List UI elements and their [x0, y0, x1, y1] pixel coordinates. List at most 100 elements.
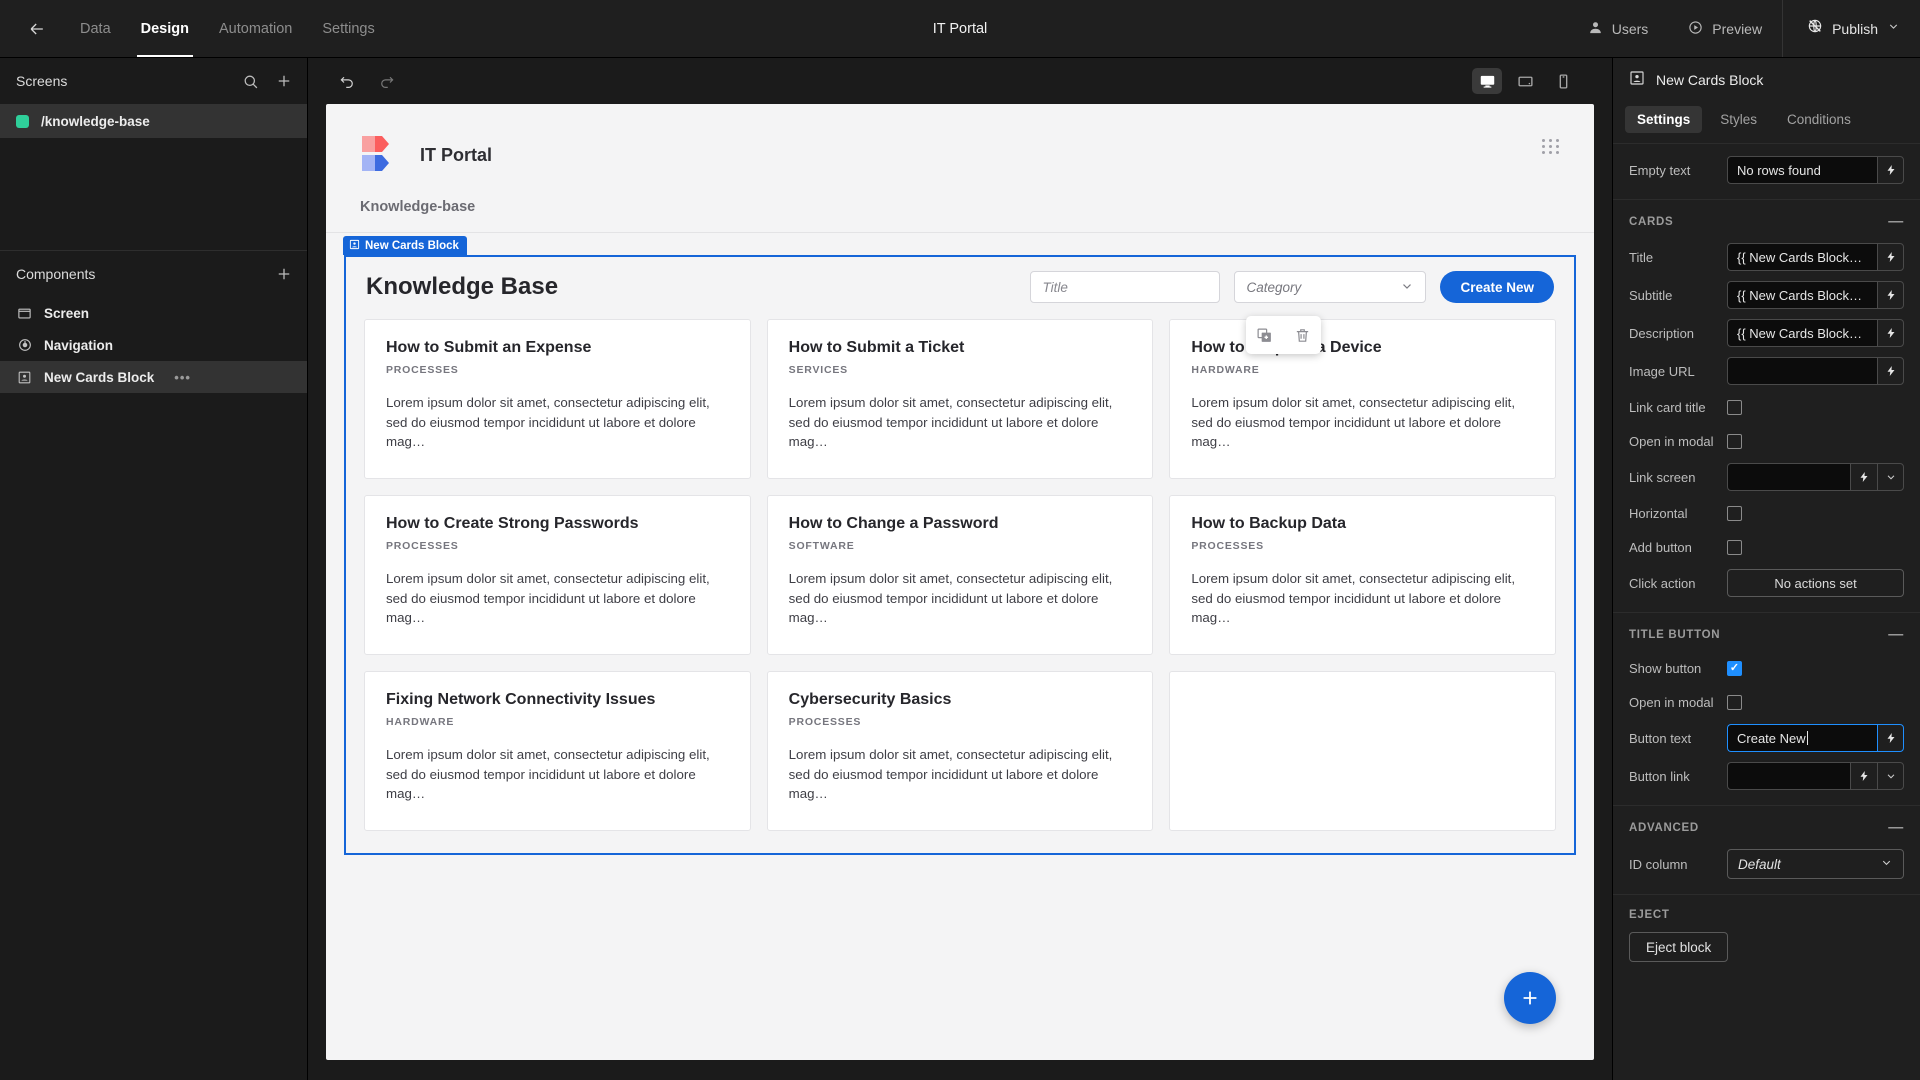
- click-action-button[interactable]: No actions set: [1727, 569, 1904, 597]
- card-item[interactable]: Cybersecurity Basics PROCESSES Lorem ips…: [766, 671, 1154, 832]
- tab-conditions[interactable]: Conditions: [1775, 106, 1863, 133]
- create-new-button[interactable]: Create New: [1440, 271, 1554, 303]
- binding-lightning-icon[interactable]: [1850, 762, 1877, 790]
- chevron-down-icon[interactable]: [1887, 20, 1900, 38]
- image-url-input[interactable]: [1727, 357, 1877, 385]
- setting-link-screen: Link screen: [1613, 458, 1920, 496]
- card-description: Lorem ipsum dolor sit amet, consectetur …: [386, 747, 710, 802]
- binding-lightning-icon[interactable]: [1877, 281, 1904, 309]
- card-item[interactable]: How to Backup Data PROCESSES Lorem ipsum…: [1169, 495, 1556, 656]
- title-button-open-in-modal-checkbox[interactable]: [1727, 694, 1742, 710]
- binding-lightning-icon[interactable]: [1877, 319, 1904, 347]
- binding-lightning-icon[interactable]: [1877, 357, 1904, 385]
- navigation-icon: [16, 337, 33, 354]
- category-select[interactable]: Category: [1234, 271, 1427, 303]
- binding-lightning-icon[interactable]: [1850, 463, 1877, 491]
- cards-block-tag-icon: [349, 239, 360, 253]
- horizontal-checkbox[interactable]: [1727, 505, 1742, 521]
- device-desktop-button[interactable]: [1472, 68, 1502, 94]
- setting-title-button-open-in-modal: Open in modal: [1613, 685, 1920, 719]
- card-item[interactable]: How to Submit an Expense PROCESSES Lorem…: [364, 319, 751, 480]
- tab-styles[interactable]: Styles: [1708, 106, 1769, 133]
- card-item[interactable]: How to Request a Device HARDWARE Lorem i…: [1169, 319, 1556, 480]
- category-select-value: Category: [1246, 279, 1302, 295]
- components-title: Components: [16, 266, 96, 282]
- card-item[interactable]: How to Create Strong Passwords PROCESSES…: [364, 495, 751, 656]
- binding-lightning-icon[interactable]: [1877, 156, 1904, 184]
- duplicate-icon[interactable]: [1256, 327, 1273, 344]
- top-bar: Data Design Automation Settings IT Porta…: [0, 0, 1920, 58]
- collapse-icon[interactable]: —: [1888, 627, 1904, 642]
- setting-label: Subtitle: [1629, 287, 1673, 303]
- cards-block[interactable]: Knowledge Base Category: [344, 255, 1576, 856]
- empty-text-input[interactable]: No rows found: [1727, 156, 1877, 184]
- collapse-icon[interactable]: —: [1888, 214, 1904, 229]
- binding-lightning-icon[interactable]: [1877, 243, 1904, 271]
- description-binding-input[interactable]: {{ New Cards Block…: [1727, 319, 1877, 347]
- button-link-input[interactable]: [1727, 762, 1850, 790]
- link-screen-input[interactable]: [1727, 463, 1850, 491]
- setting-image-url: Image URL: [1613, 352, 1920, 390]
- redo-icon[interactable]: [378, 72, 396, 90]
- users-button[interactable]: Users: [1568, 0, 1669, 57]
- tab-automation[interactable]: Automation: [217, 0, 294, 57]
- card-item[interactable]: How to Change a Password SOFTWARE Lorem …: [766, 495, 1154, 656]
- link-card-title-checkbox[interactable]: [1727, 399, 1742, 415]
- button-text-input[interactable]: Create New: [1727, 724, 1877, 752]
- setting-control: [1727, 660, 1904, 676]
- open-in-modal-checkbox[interactable]: [1727, 433, 1742, 449]
- drag-handle-icon[interactable]: [1542, 139, 1560, 154]
- device-tablet-button[interactable]: [1510, 68, 1540, 94]
- component-more-icon[interactable]: •••: [174, 370, 191, 385]
- search-icon[interactable]: [242, 73, 259, 90]
- device-mobile-button[interactable]: [1548, 68, 1578, 94]
- add-screen-icon[interactable]: [275, 72, 293, 90]
- publish-button[interactable]: Publish: [1783, 0, 1920, 57]
- canvas-toolbar: [308, 58, 1612, 104]
- setting-label: Click action: [1629, 575, 1696, 591]
- app-canvas[interactable]: IT Portal Knowledge-base New Cards Block…: [326, 104, 1594, 1060]
- back-button[interactable]: [22, 14, 52, 44]
- button-link-dropdown-icon[interactable]: [1877, 762, 1904, 790]
- component-label: Screen: [44, 305, 90, 321]
- title-search-input[interactable]: [1030, 271, 1221, 303]
- settings-body: Empty text No rows found CARDS — Title {…: [1613, 144, 1920, 1080]
- id-column-select[interactable]: Default: [1727, 849, 1904, 879]
- component-item-screen[interactable]: Screen: [0, 297, 307, 329]
- setting-empty-text: Empty text No rows found: [1613, 144, 1920, 189]
- delete-icon[interactable]: [1294, 327, 1311, 344]
- add-button-checkbox[interactable]: [1727, 539, 1742, 555]
- card-item[interactable]: How to Submit a Ticket SERVICES Lorem ip…: [766, 319, 1154, 480]
- card-item[interactable]: Fixing Network Connectivity Issues HARDW…: [364, 671, 751, 832]
- section-header-eject: EJECT: [1613, 895, 1920, 930]
- users-icon: [1588, 20, 1603, 38]
- undo-icon[interactable]: [338, 72, 356, 90]
- title-binding-input[interactable]: {{ New Cards Block…: [1727, 243, 1877, 271]
- subtitle-binding-input[interactable]: {{ New Cards Block…: [1727, 281, 1877, 309]
- component-item-new-cards-block[interactable]: New Cards Block •••: [0, 361, 307, 393]
- brand-name: IT Portal: [420, 144, 493, 165]
- nav-link-knowledge-base[interactable]: Knowledge-base: [360, 199, 475, 215]
- show-button-checkbox[interactable]: [1727, 660, 1742, 676]
- link-screen-dropdown-icon[interactable]: [1877, 463, 1904, 491]
- add-component-icon[interactable]: [275, 265, 293, 283]
- screen-item-knowledge-base[interactable]: /knowledge-base: [0, 104, 307, 138]
- tab-settings[interactable]: Settings: [320, 0, 376, 57]
- eject-block-button[interactable]: Eject block: [1629, 932, 1729, 962]
- right-settings-panel: New Cards Block Settings Styles Conditio…: [1612, 58, 1920, 1080]
- screen-item-label: /knowledge-base: [41, 113, 150, 129]
- add-fab-button[interactable]: [1504, 972, 1556, 1024]
- setting-button-text: Button text Create New: [1613, 719, 1920, 757]
- collapse-icon[interactable]: —: [1888, 820, 1904, 835]
- component-item-navigation[interactable]: Navigation: [0, 329, 307, 361]
- tab-data[interactable]: Data: [78, 0, 113, 57]
- card-title: Fixing Network Connectivity Issues: [386, 691, 656, 709]
- left-sidebar: Screens /knowledge-base Components Scree…: [0, 58, 308, 1080]
- button-text-value: Create New: [1737, 730, 1806, 746]
- card-description: Lorem ipsum dolor sit amet, consectetur …: [386, 395, 710, 450]
- tab-settings[interactable]: Settings: [1625, 106, 1703, 133]
- tab-design[interactable]: Design: [136, 0, 194, 57]
- binding-lightning-icon[interactable]: [1877, 724, 1904, 752]
- preview-button[interactable]: Preview: [1668, 0, 1782, 57]
- setting-control: [1727, 433, 1904, 449]
